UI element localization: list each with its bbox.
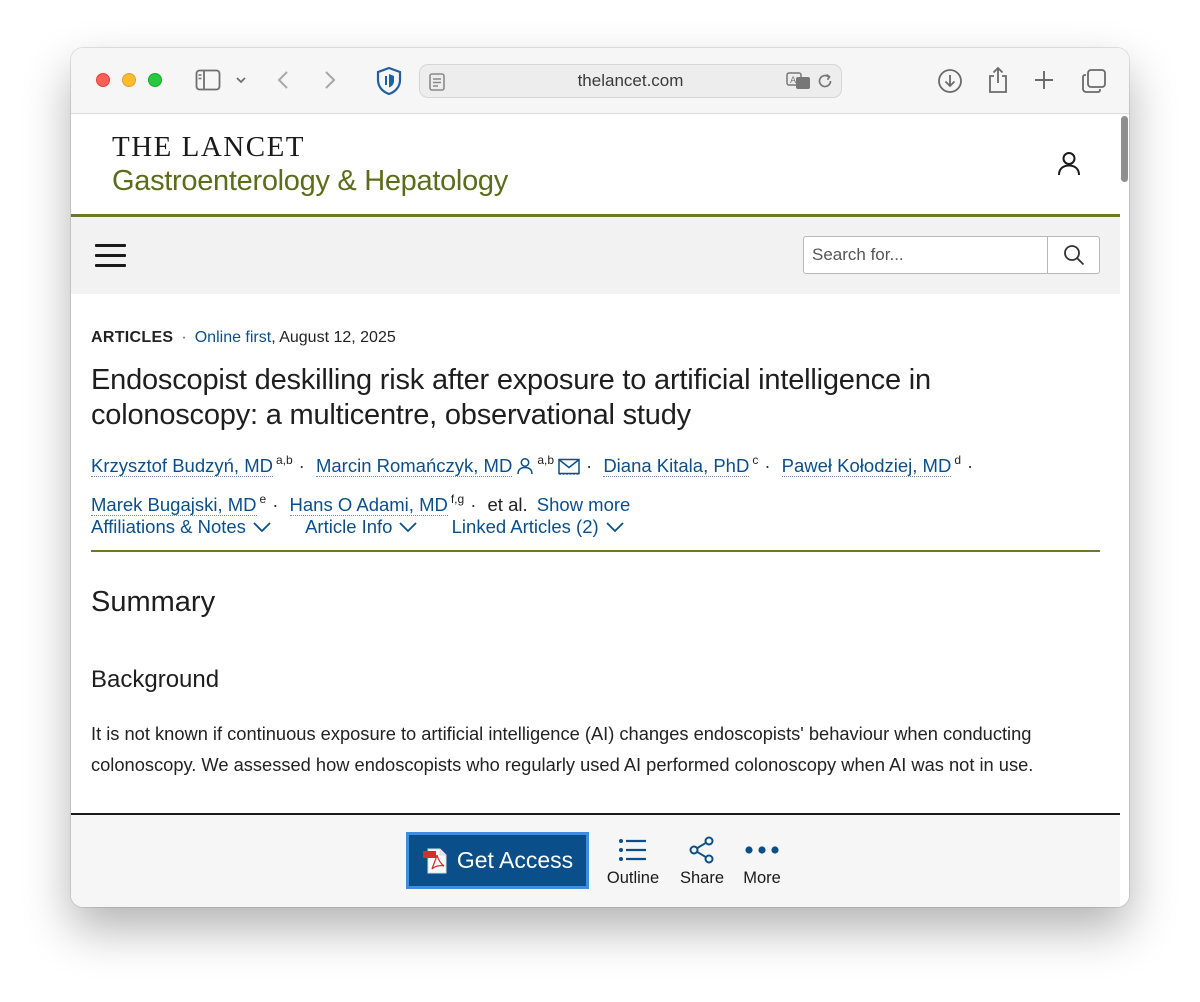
share-label: Share — [679, 869, 725, 887]
search-icon — [1063, 245, 1084, 266]
background-paragraph: It is not known if continuous exposure t… — [91, 723, 1034, 775]
author-link[interactable]: Marcin Romańczyk, MD — [315, 455, 513, 477]
more-dots-icon — [737, 835, 787, 865]
minimize-window-button[interactable] — [122, 73, 136, 87]
article-type: ARTICLES — [91, 329, 174, 346]
outline-label: Outline — [606, 869, 660, 887]
search-box — [803, 236, 1100, 274]
forward-arrow-icon[interactable] — [321, 69, 337, 91]
chevron-down-icon — [253, 522, 271, 533]
tab-label: Affiliations & Notes — [91, 516, 246, 537]
more-button[interactable]: More — [737, 835, 787, 888]
address-bar[interactable]: thelancet.com A — [419, 64, 842, 98]
new-tab-icon[interactable] — [1033, 69, 1055, 91]
search-button[interactable] — [1047, 237, 1099, 273]
author-affiliation: c — [752, 453, 759, 467]
get-access-label: Get Access — [456, 847, 574, 873]
sidebar-toggle-icon[interactable] — [195, 69, 221, 91]
tabs-divider — [91, 550, 1100, 552]
author-affiliation: a,b — [537, 453, 554, 467]
browser-window: thelancet.com A THE LANCET Gastroenterol… — [71, 48, 1129, 907]
reload-icon[interactable] — [816, 72, 834, 90]
search-input[interactable] — [812, 237, 1040, 273]
user-account-icon[interactable] — [1056, 150, 1082, 178]
tab-label: Article Info — [305, 516, 393, 537]
url-text: thelancet.com — [577, 71, 684, 90]
show-more-authors-link[interactable]: Show more — [537, 494, 631, 515]
article-action-bar: Get Access Outline Share More — [71, 813, 1120, 907]
email-icon[interactable] — [558, 453, 580, 484]
et-al-text: et al. — [487, 494, 528, 515]
author-affiliation: f,g — [450, 492, 465, 506]
translate-icon[interactable]: A — [786, 71, 812, 91]
summary-heading: Summary — [91, 586, 216, 618]
tab-affiliations-notes[interactable]: Affiliations & Notes — [91, 516, 272, 538]
scrollbar-thumb[interactable] — [1121, 116, 1128, 182]
chevron-down-icon[interactable] — [235, 75, 247, 85]
site-navbar — [71, 217, 1120, 294]
share-button[interactable]: Share — [677, 835, 727, 888]
author-affiliation: a,b — [275, 453, 293, 467]
article-title: Endoscopist deskilling risk after exposu… — [91, 364, 931, 431]
publication-date: , August 12, 2025 — [271, 329, 396, 346]
article-meta: ARTICLES · Online first, August 12, 2025 — [91, 329, 396, 346]
browser-toolbar: thelancet.com A — [71, 48, 1129, 114]
outline-button[interactable]: Outline — [603, 835, 663, 888]
list-icon — [603, 835, 663, 865]
brand-name: THE LANCET — [112, 131, 305, 163]
background-heading: Background — [91, 666, 220, 693]
zoom-window-button[interactable] — [148, 73, 162, 87]
close-window-button[interactable] — [96, 73, 110, 87]
tab-label: Linked Articles (2) — [451, 516, 599, 537]
tab-linked-articles[interactable]: Linked Articles (2) — [452, 516, 625, 538]
share-icon — [677, 835, 727, 865]
share-browser-icon[interactable] — [986, 65, 1010, 95]
back-arrow-icon[interactable] — [276, 69, 292, 91]
author-affiliation: e — [259, 492, 267, 506]
author-link[interactable]: Paweł Kołodziej, MD — [781, 455, 952, 477]
author-link[interactable]: Krzysztof Budzyń, MD — [91, 455, 273, 477]
chevron-down-icon — [606, 522, 624, 533]
site-logo[interactable]: THE LANCET Gastroenterology & Hepatology — [112, 132, 508, 198]
menu-hamburger-icon[interactable] — [95, 244, 126, 268]
web-page: THE LANCET Gastroenterology & Hepatology… — [71, 114, 1120, 907]
privacy-shield-icon[interactable] — [375, 66, 403, 96]
author-list: Krzysztof Budzyń, MD a,b · Marcin Romańczy… — [91, 453, 974, 516]
online-first-link[interactable]: Online first — [195, 329, 271, 346]
more-label: More — [743, 869, 781, 887]
downloads-icon[interactable] — [937, 68, 963, 94]
author-affiliation: d — [954, 453, 961, 467]
corresponding-author-icon — [516, 453, 534, 484]
article-info-tabs: Affiliations & Notes Article Info Linked… — [91, 516, 653, 538]
chevron-down-icon — [399, 522, 418, 533]
author-link[interactable]: Diana Kitala, PhD — [603, 455, 750, 477]
author-link[interactable]: Hans O Adami, MD — [289, 494, 448, 516]
pdf-icon — [422, 848, 447, 873]
tab-article-info[interactable]: Article Info — [305, 516, 418, 538]
get-access-button[interactable]: Get Access — [406, 832, 589, 889]
tab-overview-icon[interactable] — [1081, 68, 1107, 94]
page-scrollbar[interactable] — [1120, 114, 1129, 907]
author-link[interactable]: Marek Bugajski, MD — [91, 494, 257, 516]
journal-name: Gastroenterology & Hepatology — [112, 165, 508, 197]
svg-text:A: A — [790, 76, 797, 86]
